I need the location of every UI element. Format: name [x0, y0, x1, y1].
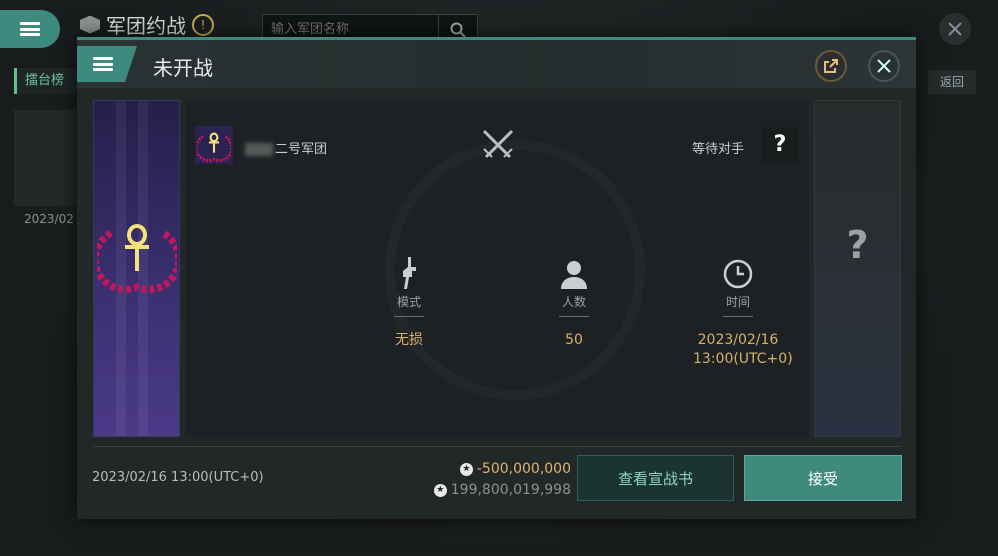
- star-coin-icon: ★: [433, 483, 447, 497]
- cost-value: -500,000,000: [476, 461, 571, 477]
- close-icon: [877, 59, 891, 73]
- opponent-banner: ?: [814, 100, 901, 437]
- dialog-header: 未开战: [77, 40, 916, 88]
- redacted-text: [245, 143, 273, 156]
- view-declaration-button[interactable]: 查看宣战书: [577, 455, 734, 501]
- cost-summary: ★ -500,000,000 ★ 199,800,019,998: [407, 459, 571, 501]
- close-button[interactable]: [868, 50, 900, 82]
- hamburger-icon: [20, 22, 40, 36]
- star-coin-icon: ★: [459, 462, 473, 476]
- hamburger-icon: [93, 57, 113, 71]
- battle-detail-dialog: 未开战 二号军团 等待对手 ? 模式 无损 人数 50 时间 2023/02/1…: [77, 37, 916, 519]
- opponent-badge-placeholder: ?: [762, 127, 798, 163]
- time-label: 时间: [725, 295, 750, 309]
- count-info: 人数 50: [529, 257, 619, 350]
- search-icon: [450, 22, 466, 38]
- time-value-date: 2023/02/16: [697, 332, 779, 348]
- ankh-laurel-icon: [197, 132, 231, 162]
- count-label: 人数: [561, 295, 586, 309]
- opponent-unknown-mark: ?: [846, 223, 869, 267]
- mode-info: 模式 无损: [364, 257, 454, 350]
- our-legion-badge: [195, 126, 233, 164]
- footer-datetime: 2023/02/16 13:00(UTC+0): [92, 470, 264, 485]
- divider: [394, 316, 424, 317]
- dialog-menu-button[interactable]: [77, 46, 137, 82]
- background-close-button[interactable]: [939, 13, 971, 45]
- dialog-title: 未开战: [153, 56, 213, 80]
- main-menu-button[interactable]: [0, 10, 60, 48]
- footer-divider: [93, 446, 901, 447]
- cube-icon: [80, 15, 100, 34]
- background-title-text: 军团约战: [106, 14, 186, 38]
- our-legion-banner: [93, 100, 180, 437]
- time-value-time: 13:00(UTC+0): [693, 351, 793, 367]
- background-title: 军团约战 !: [80, 10, 214, 39]
- background-list-item[interactable]: [14, 110, 84, 206]
- person-icon: [561, 261, 587, 289]
- exclamation-icon[interactable]: !: [192, 13, 214, 36]
- clock-icon: [723, 259, 753, 289]
- our-legion-name: 二号军团: [245, 138, 327, 157]
- mode-value: 无损: [395, 332, 423, 348]
- count-value: 50: [565, 332, 583, 348]
- divider: [559, 316, 589, 317]
- rifle-icon: [403, 257, 416, 289]
- battle-info-panel: 二号军团 等待对手 ? 模式 无损 人数 50 时间 2023/02/16 13…: [185, 100, 809, 437]
- balance-value: 199,800,019,998: [450, 482, 571, 498]
- opponent-status: 等待对手: [692, 142, 745, 157]
- divider: [723, 316, 753, 317]
- mode-label: 模式: [396, 295, 421, 309]
- back-button[interactable]: 返回: [928, 70, 976, 94]
- our-legion-name-text: 二号军团: [275, 142, 328, 157]
- share-icon: [824, 59, 838, 73]
- accept-button[interactable]: 接受: [744, 455, 902, 501]
- ankh-laurel-emblem-icon: [97, 224, 177, 293]
- crossed-swords-icon: [482, 129, 514, 159]
- share-button[interactable]: [815, 50, 847, 82]
- time-info: 时间 2023/02/16 13:00(UTC+0): [693, 257, 793, 369]
- background-item-date: 2023/02: [24, 212, 74, 226]
- close-icon: [948, 22, 962, 36]
